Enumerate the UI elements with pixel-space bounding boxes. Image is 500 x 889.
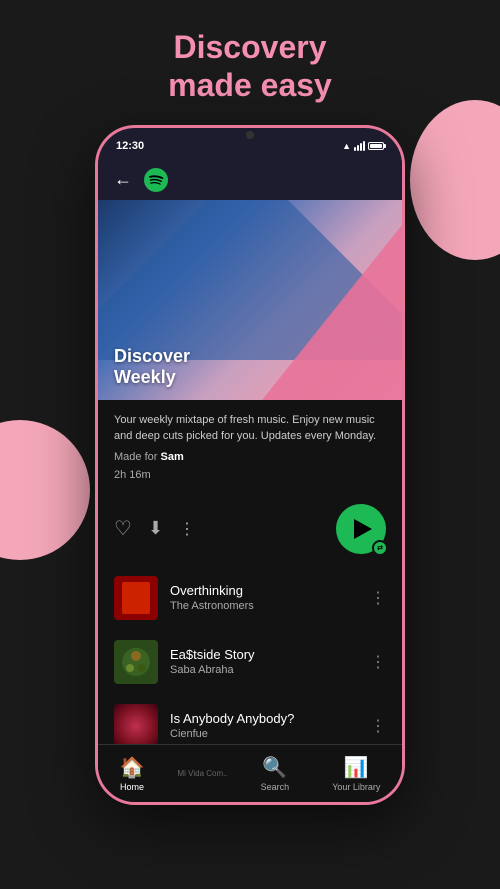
album-info: Your weekly mixtape of fresh music. Enjo…: [98, 400, 402, 496]
album-description: Your weekly mixtape of fresh music. Enjo…: [114, 414, 376, 443]
thumb-art-2: [114, 640, 158, 684]
phone-mockup: 12:30 ▲ ←: [95, 125, 405, 805]
song-title-1: Overthinking: [170, 583, 358, 598]
made-for: Made for Sam: [114, 449, 386, 466]
nav-library[interactable]: 📊 Your Library: [322, 751, 390, 796]
phone-content: ← Discover Weekly Your weekly mixtape of…: [98, 156, 402, 802]
search-label: Search: [261, 782, 290, 792]
song-thumb-1: [114, 576, 158, 620]
signal-bar-1: [354, 147, 356, 151]
library-icon: 📊: [344, 755, 369, 780]
thumb-art-2-svg: [120, 646, 152, 678]
action-buttons-left: ♡ ⬇ ⋮: [114, 516, 195, 541]
nav-home[interactable]: 🏠 Home: [110, 751, 155, 796]
battery-fill: [370, 144, 382, 148]
battery-tip: [384, 144, 386, 148]
album-duration: 2h 16m: [114, 467, 386, 484]
more-options-button[interactable]: ⋮: [179, 519, 195, 539]
song-info-1: Overthinking The Astronomers: [170, 583, 358, 612]
song-artist-3: Cienfue: [170, 728, 358, 740]
phone-notch: [220, 128, 280, 142]
spotify-logo: [144, 168, 168, 192]
nav-scroll-text: Mi Vida Com... acaciones: [178, 769, 228, 778]
song-thumb-3: [114, 704, 158, 748]
home-label: Home: [120, 782, 144, 792]
song-title-2: Ea$tside Story: [170, 647, 358, 662]
song-artist-2: Saba Abraha: [170, 664, 358, 676]
download-button[interactable]: ⬇: [148, 518, 163, 539]
top-nav-bar: ←: [98, 156, 402, 200]
song-more-1[interactable]: ⋮: [370, 588, 386, 608]
thumb-art-3: [114, 704, 158, 748]
thumb-art-1-inner: [122, 582, 150, 614]
song-item-2[interactable]: Ea$tside Story Saba Abraha ⋮: [98, 630, 402, 694]
actions-row: ♡ ⬇ ⋮ ⇄: [98, 496, 402, 566]
signal-bar-3: [360, 143, 362, 151]
song-item-1[interactable]: Overthinking The Astronomers ⋮: [98, 566, 402, 630]
song-info-2: Ea$tside Story Saba Abraha: [170, 647, 358, 676]
album-art: Discover Weekly: [98, 200, 402, 400]
bottom-nav: 🏠 Home Mi Vida Com... acaciones 🔍 Search…: [98, 744, 402, 802]
play-button[interactable]: ⇄: [336, 504, 386, 554]
back-button[interactable]: ←: [114, 169, 132, 190]
search-icon: 🔍: [262, 755, 287, 780]
home-icon: 🏠: [120, 755, 145, 780]
bg-circle-left: [0, 420, 90, 560]
library-label: Your Library: [332, 782, 380, 792]
signal-bar-4: [363, 141, 365, 151]
status-icons: ▲: [342, 141, 384, 151]
song-more-2[interactable]: ⋮: [370, 652, 386, 672]
signal-icon: [354, 141, 365, 151]
song-thumb-2: [114, 640, 158, 684]
triangle-pink: [262, 200, 402, 400]
play-icon: [354, 519, 372, 539]
song-title-3: Is Anybody Anybody?: [170, 711, 358, 726]
page-header-title: Discovery made easy: [108, 0, 392, 125]
signal-bar-2: [357, 145, 359, 151]
thumb-art-1: [114, 576, 158, 620]
nav-center-area: Mi Vida Com... acaciones: [178, 769, 228, 778]
phone-camera: [246, 131, 254, 139]
heart-button[interactable]: ♡: [114, 516, 132, 541]
album-title: Discover Weekly: [114, 346, 190, 388]
status-time: 12:30: [116, 140, 144, 152]
bg-circle-right: [410, 100, 500, 260]
song-info-3: Is Anybody Anybody? Cienfue: [170, 711, 358, 740]
battery-icon: [368, 142, 384, 150]
shuffle-badge: ⇄: [372, 540, 388, 556]
nav-search[interactable]: 🔍 Search: [251, 751, 300, 796]
wifi-icon: ▲: [342, 141, 351, 151]
song-more-3[interactable]: ⋮: [370, 716, 386, 736]
song-artist-1: The Astronomers: [170, 600, 358, 612]
